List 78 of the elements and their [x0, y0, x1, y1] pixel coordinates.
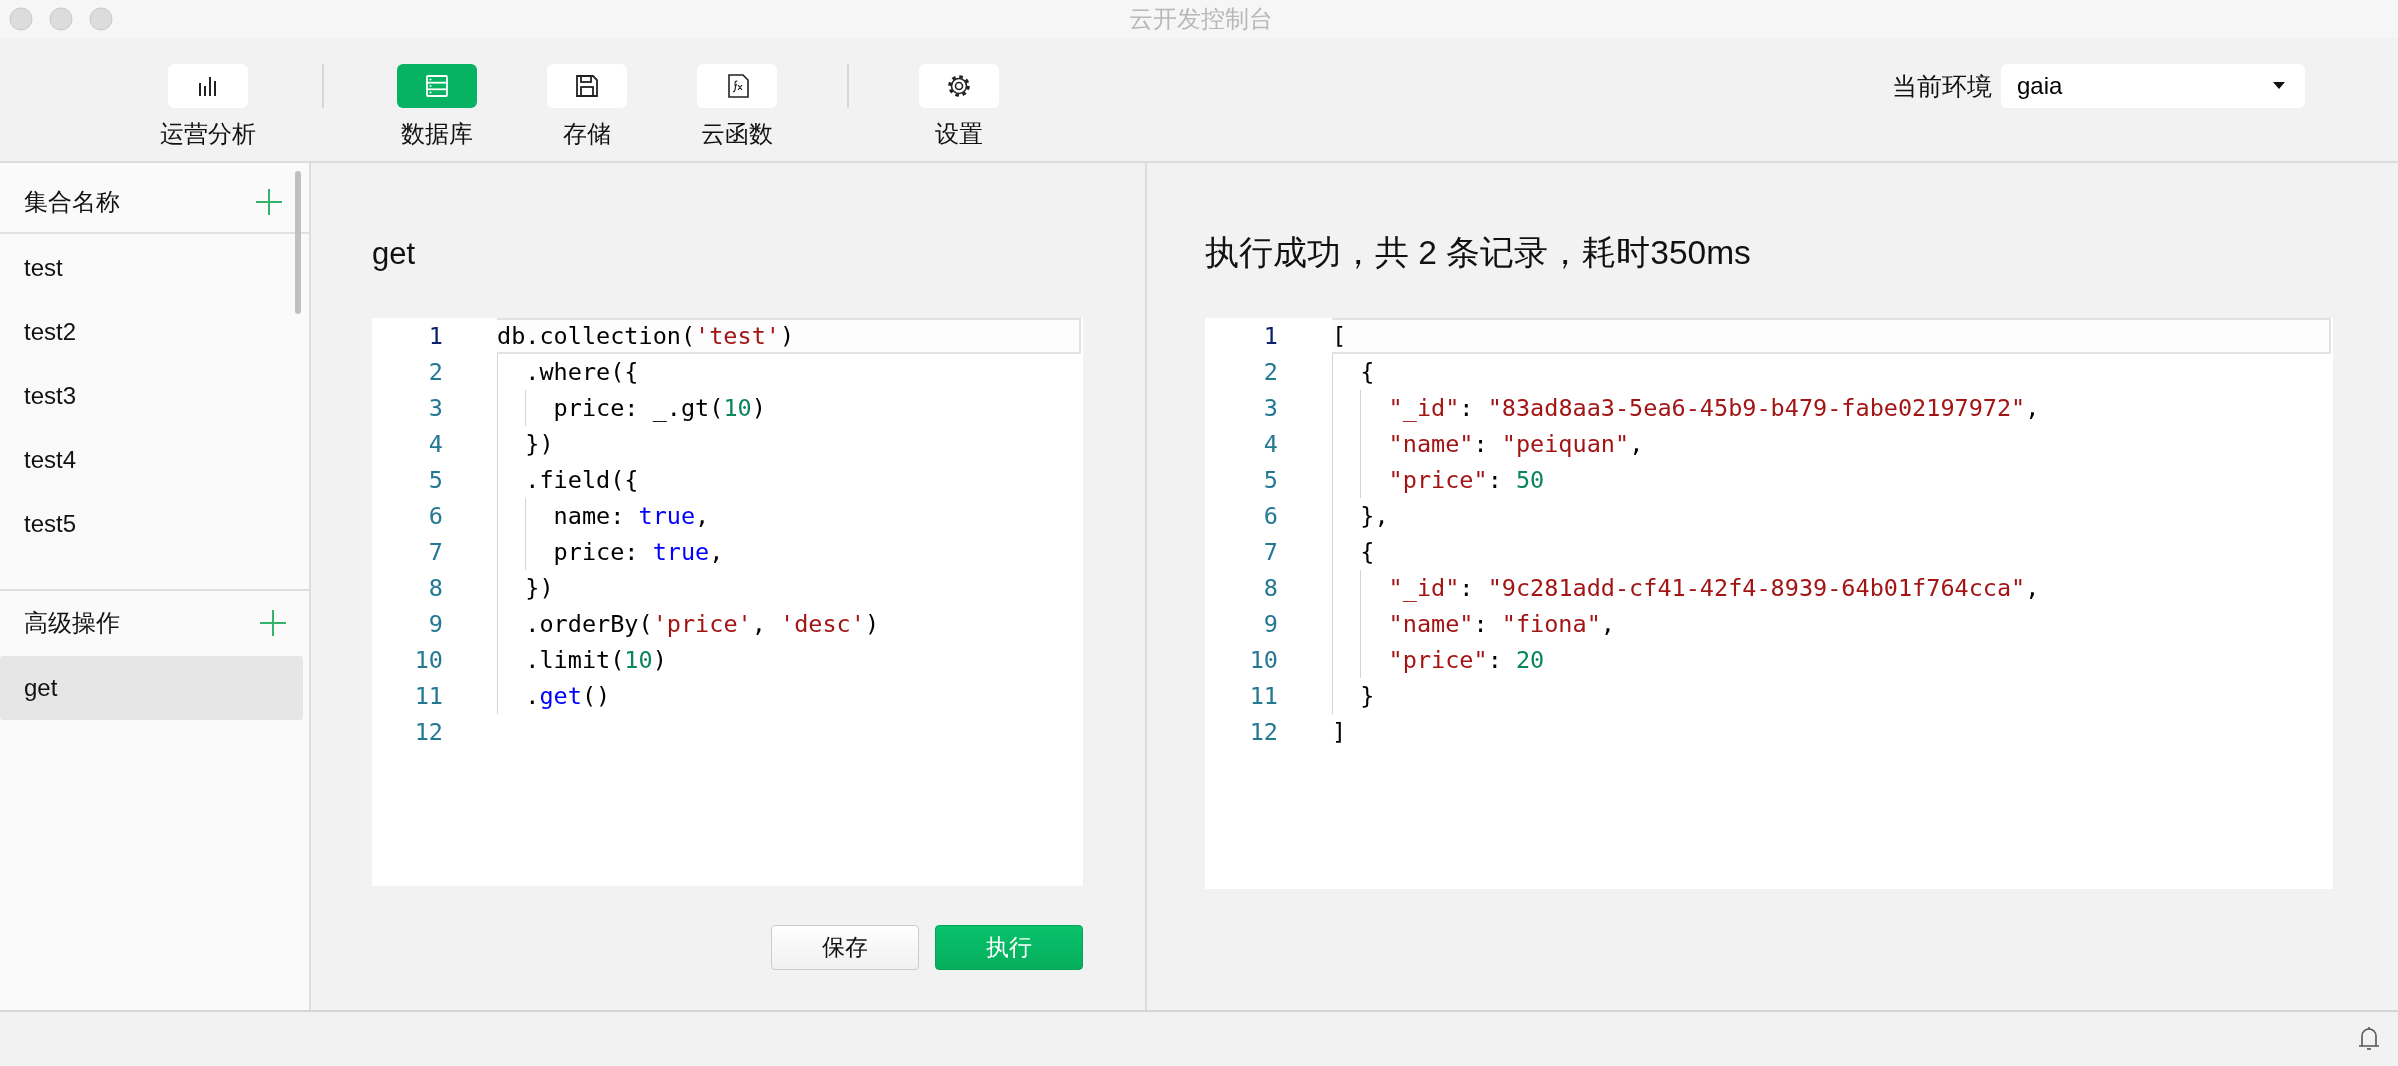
- add-icon: [259, 608, 287, 637]
- toolbar-button[interactable]: [919, 64, 999, 108]
- code-line: price: _.gt(10): [497, 390, 1081, 426]
- line-number: 12: [413, 718, 443, 746]
- function-icon: [725, 74, 749, 98]
- query-title: get: [372, 234, 417, 273]
- toolbar-label: 数据库: [401, 119, 473, 149]
- code-line: .limit(10): [497, 642, 1081, 678]
- toolbar-label: 存储: [563, 119, 611, 149]
- line-number: 4: [1262, 430, 1278, 458]
- code-line: "price": 50: [1332, 462, 2331, 498]
- line-number: 6: [1262, 502, 1278, 530]
- code-editor[interactable]: 1 db.collection('test') 2 .where({ 3 price: _.gt(10) 4 }) 5 .field({ 6 name: true, 7 price: true, 8 }) 9 .orderBy('price', 'desc') 10 .limit(10) 11 .get() 12: [372, 318, 1083, 886]
- sidebar-item[interactable]: get: [0, 656, 303, 720]
- scrollbar[interactable]: [295, 171, 301, 314]
- line-number: 5: [427, 466, 443, 494]
- toolbar-button[interactable]: [547, 64, 627, 108]
- environment-dropdown[interactable]: gaia: [2001, 64, 2305, 108]
- code-line: {: [1332, 354, 2331, 390]
- line-number: 2: [1262, 358, 1278, 386]
- line-number: 1: [1262, 322, 1278, 350]
- code-line: name: true,: [497, 498, 1081, 534]
- line-number: 3: [1262, 394, 1278, 422]
- line-number: 2: [427, 358, 443, 386]
- line-number: 8: [427, 574, 443, 602]
- code-line: }): [497, 426, 1081, 462]
- environment-label: 当前环境: [1892, 70, 1992, 102]
- code-line: .orderBy('price', 'desc'): [497, 606, 1081, 642]
- line-number: 7: [427, 538, 443, 566]
- code-line: "name": "fiona",: [1332, 606, 2331, 642]
- section-title: 集合名称: [24, 186, 120, 217]
- line-number: 12: [1248, 718, 1278, 746]
- toolbar-label: 云函数: [701, 119, 773, 149]
- toolbar-button[interactable]: [697, 64, 777, 108]
- database-icon: [425, 74, 449, 98]
- line-number: 11: [1248, 682, 1278, 710]
- line-number: 1: [427, 322, 443, 350]
- sidebar-item[interactable]: test4: [0, 428, 303, 492]
- line-number: 10: [1248, 646, 1278, 674]
- code-line: },: [1332, 498, 2331, 534]
- code-line: "_id": "9c281add-cf41-42f4-8939-64b01f764cca",: [1332, 570, 2331, 606]
- toolbar-button[interactable]: [168, 64, 248, 108]
- code-line: "_id": "83ad8aa3-5ea6-45b9-b479-fabe02197972",: [1332, 390, 2331, 426]
- sidebar-item[interactable]: test3: [0, 364, 303, 428]
- code-line: ]: [1332, 717, 1348, 748]
- line-number: 8: [1262, 574, 1278, 602]
- code-line: .field({: [497, 462, 1081, 498]
- code-line: }): [497, 570, 1081, 606]
- line-number: 9: [427, 610, 443, 638]
- line-number: 10: [413, 646, 443, 674]
- line-number: 6: [427, 502, 443, 530]
- bell-icon[interactable]: [2358, 1026, 2380, 1052]
- line-number: 5: [1262, 466, 1278, 494]
- code-line: .get(): [497, 678, 1081, 714]
- sidebar-item[interactable]: test2: [0, 300, 303, 364]
- gear-icon: [947, 74, 971, 98]
- code-line: "name": "peiquan",: [1332, 426, 2331, 462]
- line-number: 4: [427, 430, 443, 458]
- window-title: 云开发控制台: [1127, 4, 1274, 34]
- caret-icon: [2273, 82, 2285, 90]
- toolbar-label: 运营分析: [160, 119, 256, 149]
- toolbar-label: 设置: [935, 119, 983, 149]
- line-number: 11: [413, 682, 443, 710]
- save-button[interactable]: 保存: [771, 925, 919, 970]
- sidebar-item[interactable]: test5: [0, 492, 303, 556]
- code-line: price: true,: [497, 534, 1081, 570]
- section-title: 高级操作: [24, 607, 120, 638]
- line-number: 9: [1262, 610, 1278, 638]
- bar-chart-icon: [197, 75, 219, 97]
- line-number: 3: [427, 394, 443, 422]
- line-number: 7: [1262, 538, 1278, 566]
- code-line: .where({: [497, 354, 1081, 390]
- code-line: }: [1332, 678, 2331, 714]
- code-line: {: [1332, 534, 2331, 570]
- sidebar-item[interactable]: test: [0, 236, 303, 300]
- add-icon: [255, 187, 283, 216]
- result-title: 执行成功，共 2 条记录，耗时350ms: [1205, 233, 1752, 273]
- code-line: "price": 20: [1332, 642, 2331, 678]
